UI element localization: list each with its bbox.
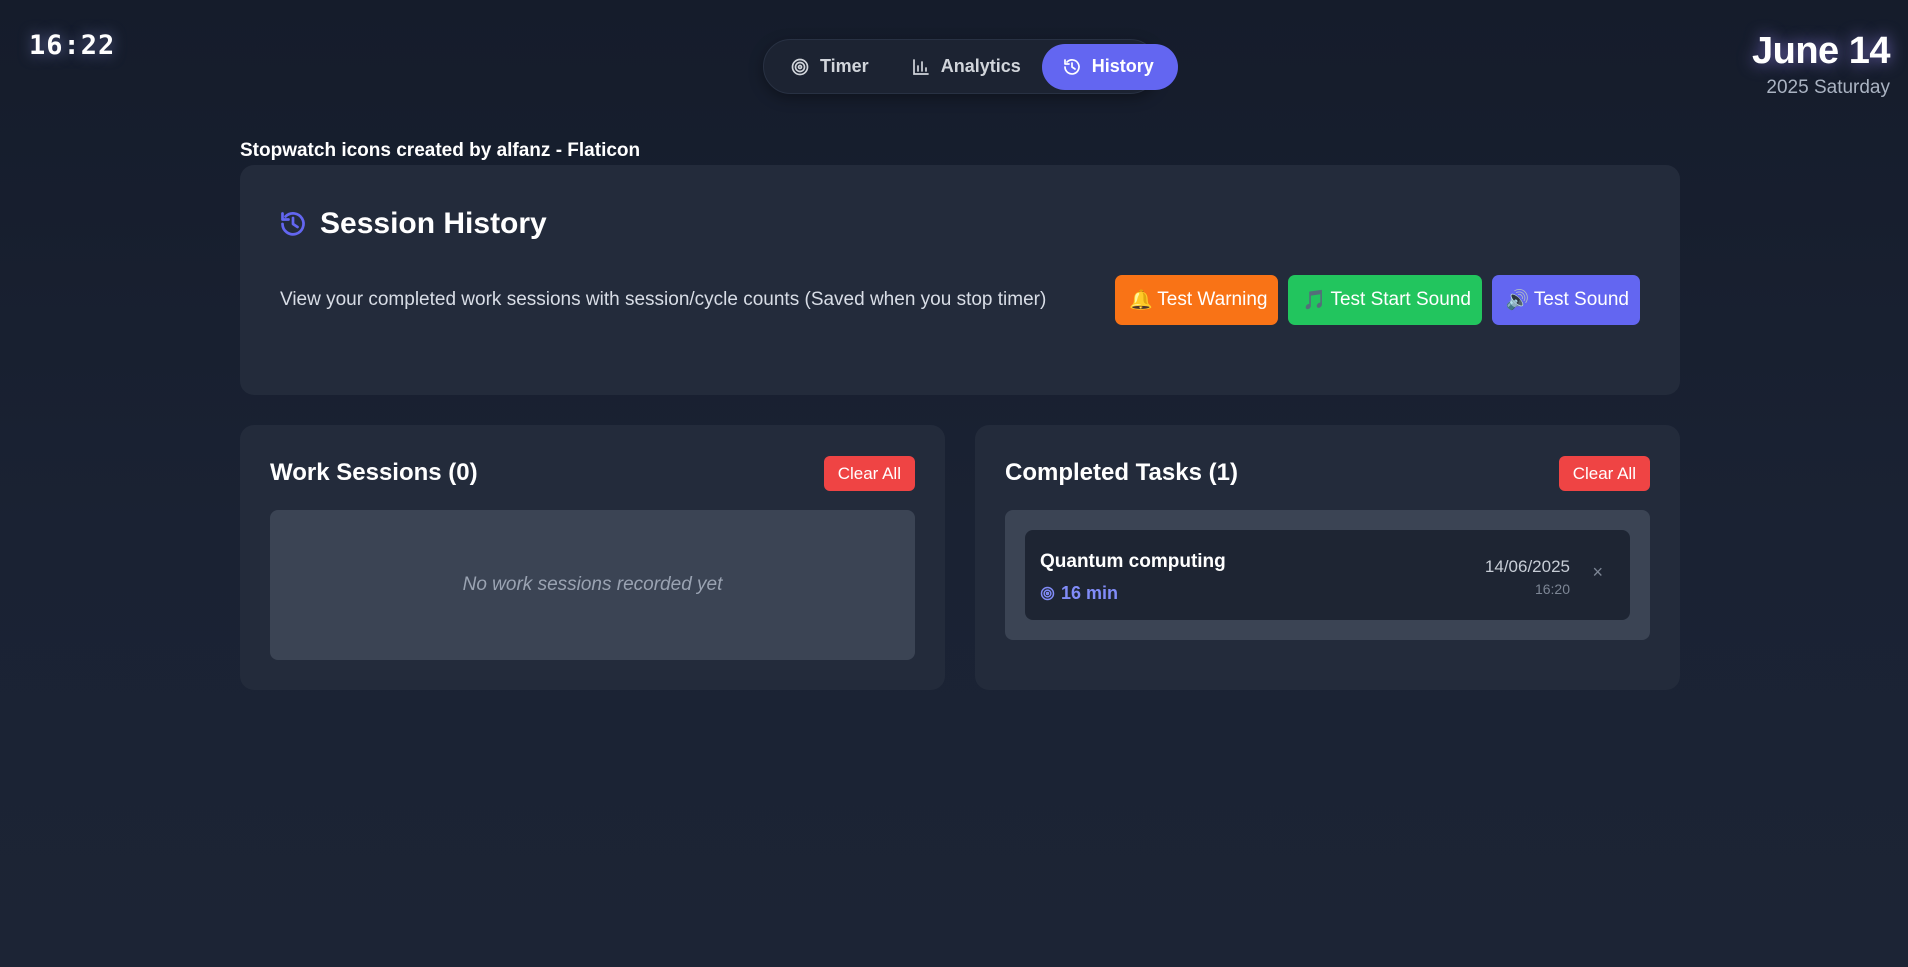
completed-tasks-title: Completed Tasks (1) [1005, 459, 1238, 486]
nav-tab-label: History [1091, 56, 1154, 76]
date-sub: 2025 Saturday [1766, 77, 1890, 98]
history-icon [281, 212, 305, 236]
task-name: Quantum computing [1040, 551, 1226, 572]
test-warning-button[interactable]: 🔔 Test Warning [1115, 275, 1279, 325]
work-sessions-empty-state: No work sessions recorded yet [270, 510, 915, 660]
bar-chart-icon [912, 58, 929, 75]
work-sessions-panel: Work Sessions (0) Clear All No work sess… [240, 425, 945, 690]
icon-credit: Stopwatch icons created by alfanz - Flat… [240, 140, 641, 161]
main-nav: Timer Analytics History [763, 39, 1178, 94]
nav-tab-analytics[interactable]: Analytics [890, 44, 1042, 90]
date-main: June 14 [1751, 30, 1891, 72]
test-sound-button[interactable]: 🔊 Test Sound [1491, 275, 1640, 325]
session-history-heading: Session History [278, 207, 547, 241]
test-start-sound-button[interactable]: 🎵 Test Start Sound [1288, 275, 1482, 325]
history-icon [1063, 58, 1080, 75]
nav-tab-history[interactable]: History [1041, 43, 1178, 90]
clear-work-sessions-button[interactable]: Clear All [823, 456, 915, 491]
music-note-icon: 🎵 [1302, 290, 1327, 311]
clock: 16:22 [29, 30, 116, 61]
work-sessions-title: Work Sessions (0) [270, 459, 478, 486]
speaker-icon: 🔊 [1505, 290, 1530, 311]
completed-tasks-panel: Completed Tasks (1) Clear All Quantum co… [975, 425, 1680, 690]
task-date: 14/06/2025 [1484, 557, 1570, 576]
session-history-card: Session History View your completed work… [240, 165, 1680, 395]
session-history-description: View your completed work sessions with s… [280, 289, 1047, 310]
button-label: Test Warning [1157, 289, 1268, 310]
target-icon [1040, 586, 1055, 601]
close-icon[interactable]: × [1592, 562, 1603, 583]
page-title: Session History [320, 207, 547, 240]
button-label: Test Sound [1533, 289, 1629, 310]
target-icon [791, 58, 809, 75]
date-display: June 14 2025 Saturday [1751, 30, 1891, 99]
nav-tab-label: Timer [820, 56, 869, 76]
task-time: 16:20 [1534, 581, 1570, 597]
app-root: 16:22 June 14 2025 Saturday Timer Analyt… [0, 0, 1908, 967]
completed-tasks-list: Quantum computing 16 min 14/06/2025 16:2… [1005, 510, 1650, 640]
sound-test-buttons: 🔔 Test Warning 🎵 Test Start Sound 🔊 Test… [1115, 275, 1640, 325]
nav-tab-label: Analytics [940, 56, 1021, 76]
button-label: Test Start Sound [1330, 289, 1471, 310]
nav-tab-timer[interactable]: Timer [769, 44, 890, 90]
task-duration: 16 min [1040, 583, 1118, 604]
clear-completed-tasks-button[interactable]: Clear All [1558, 456, 1650, 491]
bell-icon: 🔔 [1129, 290, 1153, 311]
task-duration-value: 16 min [1061, 583, 1119, 603]
list-item: Quantum computing 16 min 14/06/2025 16:2… [1025, 530, 1630, 620]
